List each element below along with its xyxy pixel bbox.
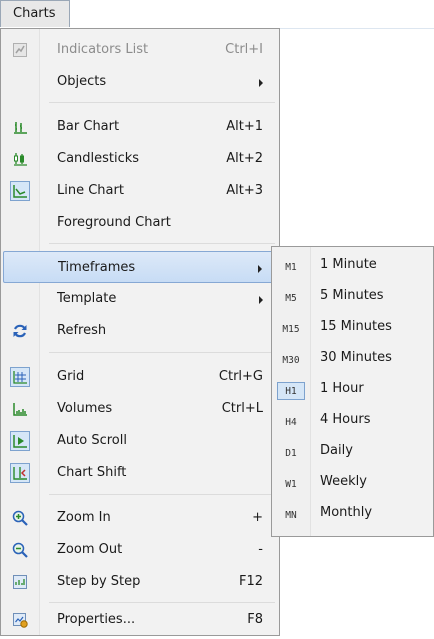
timeframe-item-w1[interactable]: W1 Weekly — [274, 468, 432, 499]
menu-item-refresh[interactable]: Refresh — [3, 315, 277, 347]
menu-item-label: Refresh — [57, 323, 107, 338]
menu-separator — [49, 602, 275, 603]
timeframe-label: 5 Minutes — [320, 288, 384, 303]
indicators-list-icon — [10, 40, 30, 60]
timeframe-label: Weekly — [320, 474, 367, 489]
menu-item-shortcut: Alt+1 — [226, 119, 263, 134]
timeframe-label: 1 Minute — [320, 257, 377, 272]
timeframe-code: H4 — [285, 416, 297, 428]
menu-item-label: Auto Scroll — [57, 433, 127, 448]
menu-item-bar-chart[interactable]: Bar Chart Alt+1 — [3, 111, 277, 143]
menu-item-volumes[interactable]: Volumes Ctrl+L — [3, 393, 277, 425]
menubar: Charts — [0, 0, 434, 29]
refresh-icon — [10, 321, 30, 341]
chart-shift-icon — [10, 463, 30, 483]
menu-item-shortcut: Alt+3 — [226, 183, 263, 198]
menu-separator — [49, 243, 275, 244]
timeframe-label: Daily — [320, 443, 353, 458]
volumes-icon — [10, 399, 30, 419]
menu-separator — [49, 494, 275, 495]
step-by-step-icon — [10, 572, 30, 592]
menu-separator — [49, 102, 275, 103]
timeframe-code: W1 — [285, 478, 297, 490]
bar-chart-icon — [10, 117, 30, 137]
menu-item-candlesticks[interactable]: Candlesticks Alt+2 — [3, 143, 277, 175]
menu-item-line-chart[interactable]: Line Chart Alt+3 — [3, 175, 277, 207]
menu-item-auto-scroll[interactable]: Auto Scroll — [3, 425, 277, 457]
timeframe-item-mn[interactable]: MN Monthly — [274, 499, 432, 530]
line-chart-icon — [10, 181, 30, 201]
timeframe-code: MN — [285, 509, 297, 521]
timeframe-code: M5 — [285, 292, 297, 304]
properties-icon — [10, 610, 30, 630]
submenu-arrow-icon — [259, 296, 263, 304]
timeframes-submenu: M1 1 Minute M5 5 Minutes M15 15 Minutes … — [271, 246, 434, 537]
timeframe-item-d1[interactable]: D1 Daily — [274, 437, 432, 468]
menu-item-label: Indicators List — [57, 42, 149, 57]
charts-menu: Indicators List Ctrl+I Objects Bar Chart… — [0, 28, 280, 636]
grid-icon — [10, 367, 30, 387]
timeframe-item-m15[interactable]: M15 15 Minutes — [274, 313, 432, 344]
timeframe-item-h1[interactable]: H1 1 Hour — [274, 375, 432, 406]
menu-item-shortcut: + — [252, 510, 263, 525]
menu-item-template[interactable]: Template — [3, 283, 277, 315]
timeframe-item-h4[interactable]: H4 4 Hours — [274, 406, 432, 437]
timeframe-label: 30 Minutes — [320, 350, 392, 365]
menu-item-zoom-out[interactable]: Zoom Out - — [3, 534, 277, 566]
timeframe-item-m5[interactable]: M5 5 Minutes — [274, 282, 432, 313]
timeframe-item-m30[interactable]: M30 30 Minutes — [274, 344, 432, 375]
menu-item-shortcut: F12 — [238, 574, 263, 589]
menu-item-label: Volumes — [57, 401, 113, 416]
menu-item-label: Chart Shift — [57, 465, 127, 480]
menu-item-label: Step by Step — [57, 574, 141, 589]
timeframe-code: H1 — [277, 382, 305, 400]
menu-item-objects[interactable]: Objects — [3, 66, 277, 98]
zoom-in-icon — [10, 508, 30, 528]
menu-item-label: Zoom In — [57, 510, 111, 525]
menu-item-label: Objects — [57, 74, 107, 89]
timeframe-code: D1 — [285, 447, 297, 459]
menu-item-shortcut: Ctrl+G — [218, 369, 263, 384]
menu-item-shortcut: - — [258, 542, 263, 557]
timeframe-label: 15 Minutes — [320, 319, 392, 334]
timeframe-code: M15 — [282, 323, 300, 335]
menu-item-label: Properties... — [57, 612, 136, 627]
timeframe-code: M30 — [282, 354, 300, 366]
menu-item-label: Bar Chart — [57, 119, 120, 134]
zoom-out-icon — [10, 540, 30, 560]
menu-item-label: Zoom Out — [57, 542, 123, 557]
menu-item-indicators-list: Indicators List Ctrl+I — [3, 34, 277, 66]
candlesticks-icon — [10, 149, 30, 169]
menu-item-label: Template — [57, 291, 117, 306]
submenu-arrow-icon — [258, 265, 262, 273]
menu-item-label: Line Chart — [57, 183, 124, 198]
timeframe-label: Monthly — [320, 505, 373, 520]
menu-item-grid[interactable]: Grid Ctrl+G — [3, 361, 277, 393]
menu-item-chart-shift[interactable]: Chart Shift — [3, 457, 277, 489]
menu-item-shortcut: Alt+2 — [226, 151, 263, 166]
menu-item-label: Timeframes — [58, 260, 136, 275]
timeframe-label: 4 Hours — [320, 412, 371, 427]
timeframe-code: M1 — [285, 261, 297, 273]
menu-separator — [49, 352, 275, 353]
menu-item-shortcut: Ctrl+I — [225, 42, 263, 57]
menu-item-label: Candlesticks — [57, 151, 140, 166]
menu-item-timeframes[interactable]: Timeframes — [3, 251, 277, 283]
submenu-arrow-icon — [259, 79, 263, 87]
auto-scroll-icon — [10, 431, 30, 451]
menu-item-foreground-chart[interactable]: Foreground Chart — [3, 207, 277, 239]
menu-item-label: Foreground Chart — [57, 215, 171, 230]
menu-item-shortcut: F8 — [247, 612, 263, 627]
timeframe-item-m1[interactable]: M1 1 Minute — [274, 251, 432, 282]
timeframe-label: 1 Hour — [320, 381, 364, 396]
menu-item-step-by-step[interactable]: Step by Step F12 — [3, 566, 277, 598]
menubar-charts[interactable]: Charts — [0, 0, 70, 27]
menu-item-zoom-in[interactable]: Zoom In + — [3, 502, 277, 534]
menu-item-label: Grid — [57, 369, 85, 384]
menu-item-shortcut: Ctrl+L — [221, 401, 263, 416]
menu-item-properties[interactable]: Properties... F8 — [3, 604, 277, 636]
